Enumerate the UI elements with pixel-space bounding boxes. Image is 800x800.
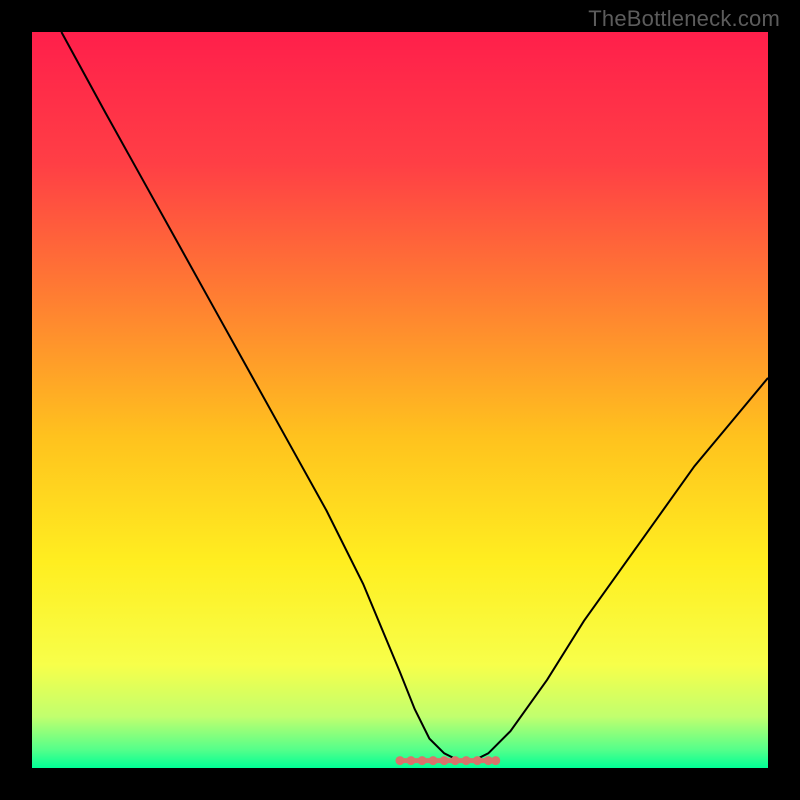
watermark-text: TheBottleneck.com	[588, 6, 780, 32]
chart-frame: TheBottleneck.com	[0, 0, 800, 800]
bottleneck-curve	[32, 32, 768, 768]
flat-marker	[491, 756, 500, 765]
flat-marker	[473, 756, 482, 765]
flat-marker	[396, 756, 405, 765]
flat-marker	[451, 756, 460, 765]
plot-area	[32, 32, 768, 768]
flat-marker	[462, 756, 471, 765]
flat-marker	[418, 756, 427, 765]
flat-marker	[440, 756, 449, 765]
flat-marker	[429, 756, 438, 765]
flat-marker	[407, 756, 416, 765]
